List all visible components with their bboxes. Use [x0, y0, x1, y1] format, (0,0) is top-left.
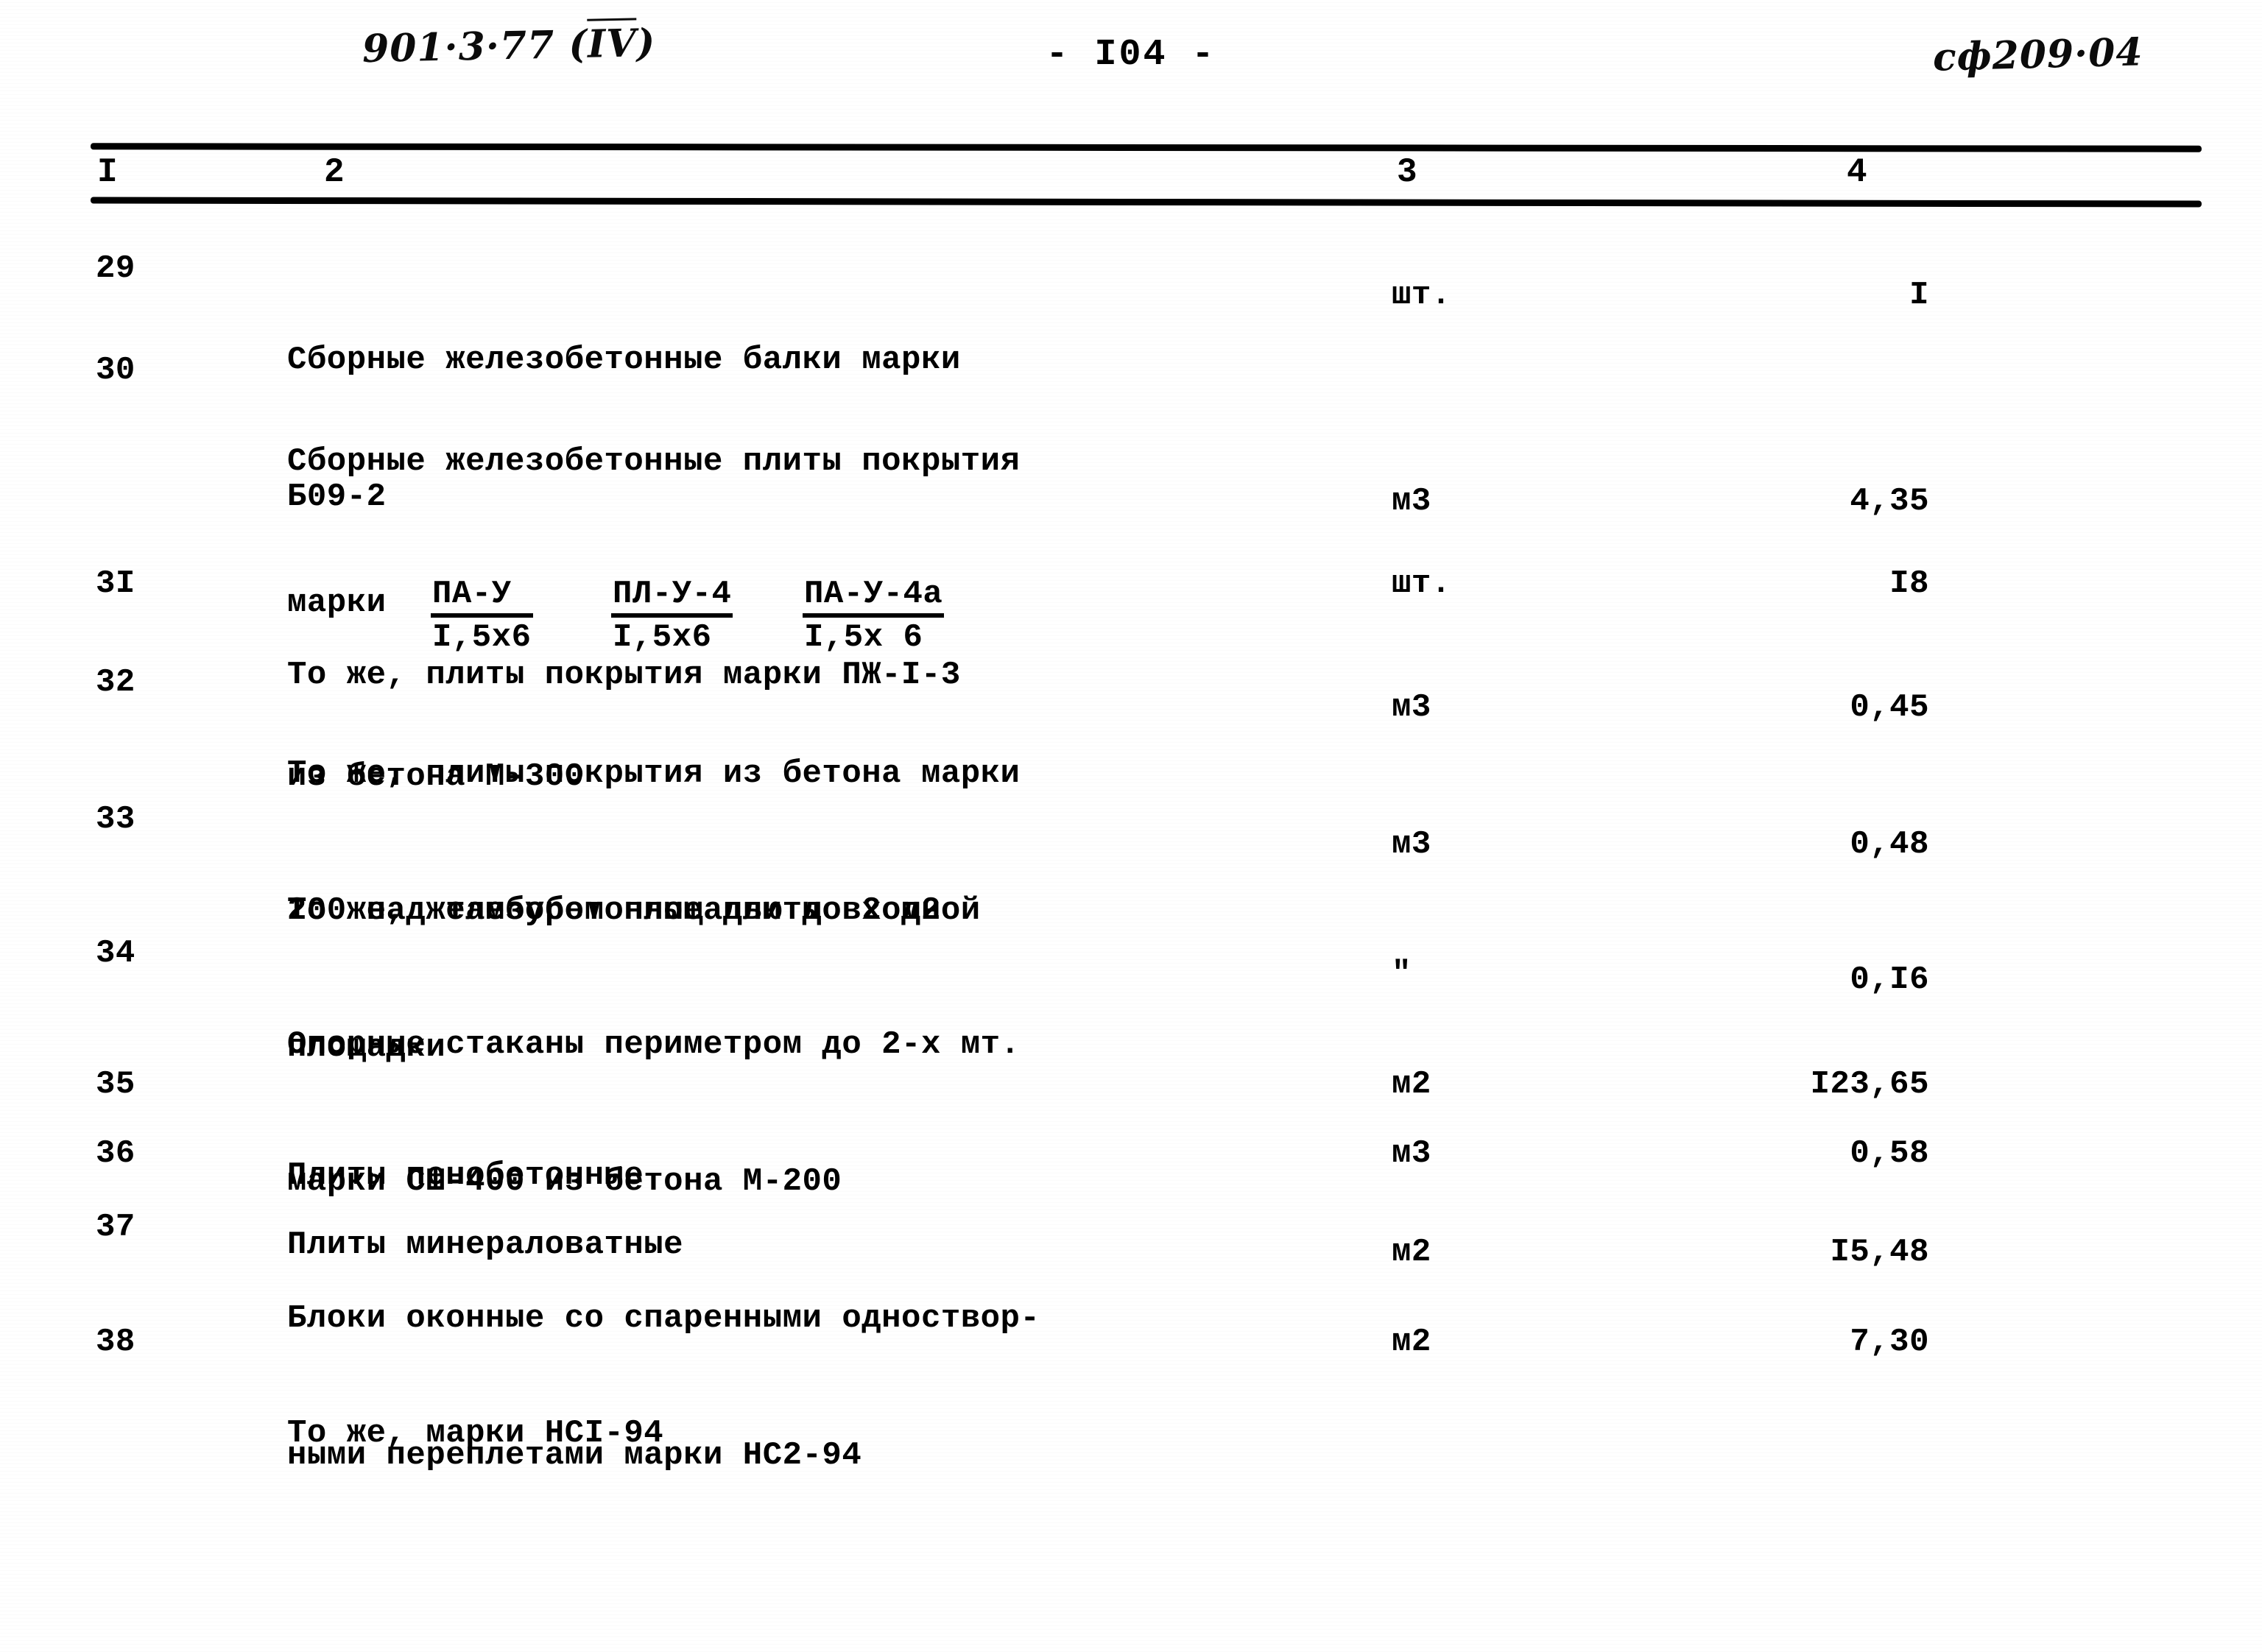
- row-unit: шт.: [1392, 565, 1451, 602]
- row-number: 38: [96, 1324, 135, 1360]
- table-top-rule: [90, 143, 2202, 152]
- table-row: 38 То же, марки НСI-94 м2 7,30: [0, 1313, 2262, 1452]
- table-row: 33 То же, железобетонные плиты входной п…: [0, 777, 2262, 1066]
- column-header-3: 3: [1397, 153, 1418, 191]
- row-quantity: 0,45: [1850, 689, 1929, 726]
- row-quantity: 0,48: [1850, 826, 1929, 863]
- row-quantity: 0,I6: [1850, 961, 1929, 998]
- table-row: 36 Плиты минераловатные м3 0,58: [0, 1125, 2262, 1263]
- row-number: 29: [96, 250, 135, 287]
- row-unit: шт.: [1392, 277, 1451, 314]
- table-row: 3I То же, плиты покрытия марки ПЖ-I-3 шт…: [0, 539, 2262, 693]
- column-header-4: 4: [1847, 153, 1868, 191]
- row-unit: м3: [1392, 483, 1431, 520]
- page-number: - I04 -: [1046, 34, 1216, 76]
- row-quantity: I: [1909, 277, 1929, 314]
- row-number: 34: [96, 935, 135, 972]
- row-number: 35: [96, 1066, 135, 1103]
- page-header: 901·3·77 (IV) - I04 - сф209·04: [0, 13, 2262, 102]
- row-unit: ": [1392, 956, 1412, 992]
- column-header-1: I: [97, 153, 119, 191]
- row-unit: м2: [1392, 1066, 1431, 1103]
- row-description-line: То же, марки НСI-94: [287, 1415, 664, 1452]
- table-row: 32 То же, плиты покрытия из бетона марки…: [0, 639, 2262, 929]
- row-unit: м3: [1392, 1135, 1431, 1172]
- row-number: 37: [96, 1209, 135, 1246]
- row-number: 3I: [96, 565, 135, 602]
- table-row: 29 Сборные железобетонные балки марки Б0…: [0, 221, 2262, 515]
- table-header-bottom-rule: [90, 197, 2202, 208]
- column-header-2: 2: [324, 153, 345, 191]
- table-column-header-row: I 2 3 4: [0, 153, 2262, 196]
- row-number: 36: [96, 1135, 135, 1172]
- row-number: 32: [96, 664, 135, 701]
- row-quantity: 4,35: [1850, 483, 1929, 520]
- table-row: 35 Плиты пенобетонные м2 I23,65: [0, 1051, 2262, 1194]
- row-unit: м3: [1392, 689, 1431, 726]
- row-quantity: 7,30: [1850, 1324, 1929, 1360]
- row-description-line: Сборные железобетонные плиты покрытия: [287, 443, 1021, 480]
- row-unit: м3: [1392, 826, 1431, 863]
- row-quantity: 0,58: [1850, 1135, 1929, 1172]
- row-quantity: I8: [1889, 565, 1929, 602]
- table-row: 34 Опорные стаканы периметром до 2-х мт.…: [0, 911, 2262, 1200]
- row-number: 33: [96, 801, 135, 838]
- row-quantity: I23,65: [1810, 1066, 1929, 1103]
- row-description: То же, марки НСI-94: [287, 1319, 1318, 1547]
- table-row: 30 Сборные железобетонные плиты покрытия…: [0, 347, 2262, 795]
- table-row: 37 Блоки оконные со спаренными одноствор…: [0, 1199, 2262, 1474]
- table-body: 29 Сборные железобетонные балки марки Б0…: [0, 221, 2262, 1474]
- handwritten-archive-code: сф209·04: [1932, 29, 2144, 80]
- row-unit: м2: [1392, 1234, 1431, 1271]
- row-quantity: I5,48: [1830, 1234, 1929, 1271]
- row-unit: м2: [1392, 1324, 1431, 1360]
- document-page: 901·3·77 (IV) - I04 - сф209·04 I 2 3 4 2…: [0, 0, 2262, 1652]
- row-number: 30: [96, 352, 135, 389]
